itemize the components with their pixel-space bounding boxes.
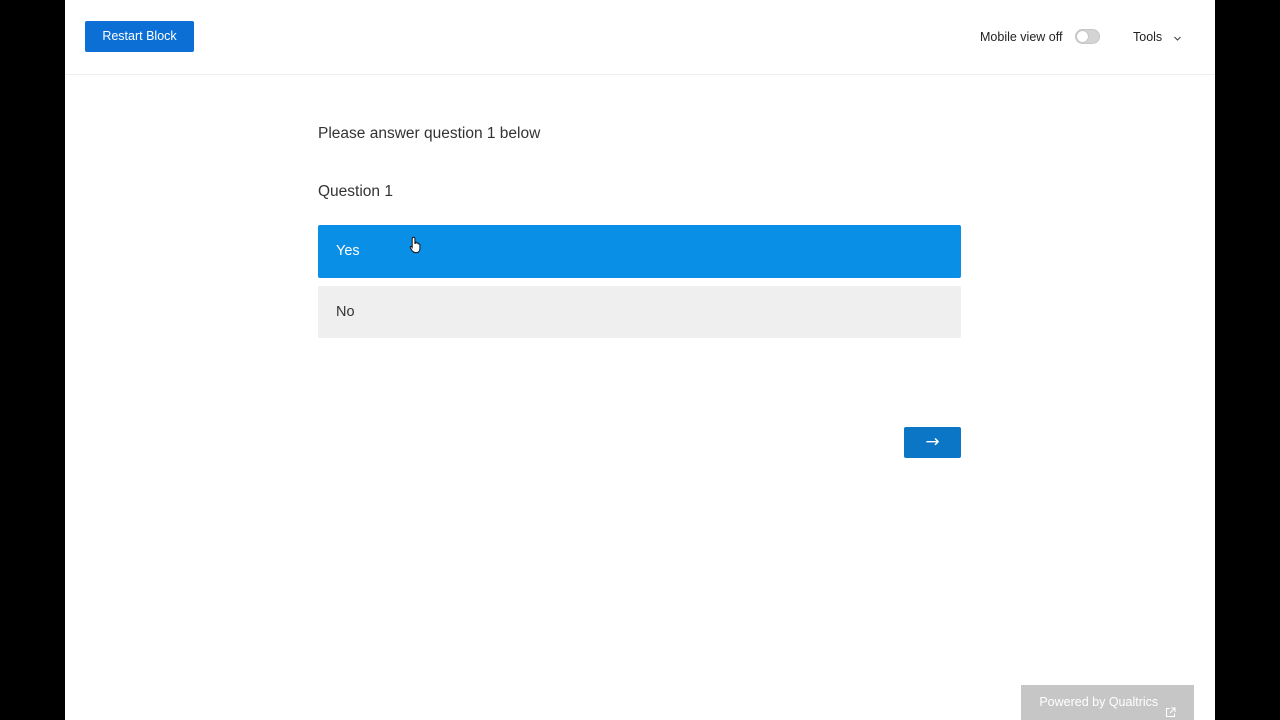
question-title: Question 1: [318, 183, 393, 200]
choice-label: No: [336, 304, 355, 320]
tools-menu[interactable]: Tools: [1133, 29, 1182, 45]
preview-toolbar: Restart Block Mobile view off Tools: [65, 0, 1215, 75]
powered-by-label: Powered by Qualtrics: [1039, 695, 1159, 709]
toggle-knob: [1077, 31, 1088, 42]
tools-menu-label: Tools: [1133, 30, 1163, 44]
mobile-view-toggle[interactable]: [1075, 29, 1100, 44]
external-link-icon: [1165, 697, 1176, 720]
next-button[interactable]: →: [904, 427, 961, 458]
choice-no[interactable]: No: [318, 286, 961, 338]
mobile-view-label: Mobile view off: [980, 30, 1063, 44]
chevron-down-icon: [1173, 31, 1182, 47]
powered-by-qualtrics-link[interactable]: Powered by Qualtrics: [1021, 685, 1194, 720]
restart-block-button[interactable]: Restart Block: [85, 21, 194, 52]
intro-text: Please answer question 1 below: [318, 125, 541, 142]
survey-preview-window: Restart Block Mobile view off Tools Plea…: [65, 0, 1215, 720]
hand-pointer-icon: [409, 236, 423, 254]
choice-label: Yes: [336, 243, 360, 259]
